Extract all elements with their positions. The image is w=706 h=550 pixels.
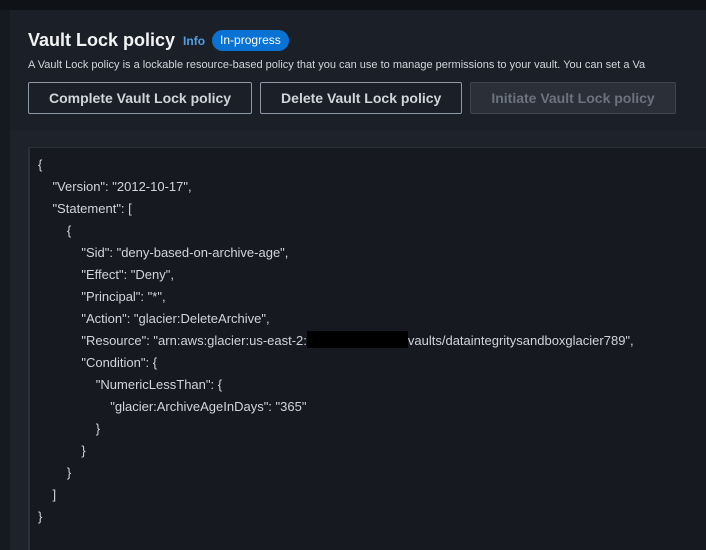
redacted-account-id	[306, 331, 408, 348]
initiate-vault-lock-button: Initiate Vault Lock policy	[470, 82, 676, 114]
code-line: "Effect": "Deny",	[38, 267, 174, 282]
status-badge: In-progress	[212, 30, 289, 51]
code-line: {	[38, 157, 43, 172]
code-line: }	[38, 465, 72, 480]
resource-prefix: "Resource": "arn:aws:glacier:us-east-2:	[38, 333, 307, 348]
policy-editor[interactable]: { "Version": "2012-10-17", "Statement": …	[28, 147, 706, 550]
code-line: {	[38, 223, 72, 238]
action-buttons: Complete Vault Lock policy Delete Vault …	[28, 82, 676, 114]
policy-code: { "Version": "2012-10-17", "Statement": …	[38, 154, 634, 528]
code-line: }	[38, 509, 43, 524]
code-line-resource: "Resource": "arn:aws:glacier:us-east-2: v…	[38, 330, 634, 352]
info-link[interactable]: Info	[183, 34, 205, 48]
code-line: ]	[38, 487, 57, 502]
page-title: Vault Lock policy	[28, 30, 176, 50]
code-line: "Action": "glacier:DeleteArchive",	[38, 311, 270, 326]
code-line: "NumericLessThan": {	[38, 377, 223, 392]
code-line: "Version": "2012-10-17",	[38, 179, 192, 194]
code-line: "Principal": "*",	[38, 289, 166, 304]
code-line: "glacier:ArchiveAgeInDays": "365"	[38, 399, 307, 414]
top-strip	[0, 0, 706, 10]
code-line: }	[38, 443, 86, 458]
title-row: Vault Lock policy Info In-progress	[28, 30, 289, 51]
code-line: "Sid": "deny-based-on-archive-age",	[38, 245, 289, 260]
resource-suffix: vaults/dataintegritysandboxglacier789",	[407, 333, 634, 348]
delete-vault-lock-button[interactable]: Delete Vault Lock policy	[260, 82, 463, 114]
panel-header: Vault Lock policy Info In-progress A Vau…	[10, 10, 706, 130]
complete-vault-lock-button[interactable]: Complete Vault Lock policy	[28, 82, 253, 114]
policy-description: A Vault Lock policy is a lockable resour…	[28, 59, 646, 71]
code-line: }	[38, 421, 101, 436]
code-line: "Condition": {	[38, 355, 158, 370]
vault-lock-policy-panel: Vault Lock policy Info In-progress A Vau…	[10, 10, 706, 550]
code-line: "Statement": [	[38, 201, 132, 216]
